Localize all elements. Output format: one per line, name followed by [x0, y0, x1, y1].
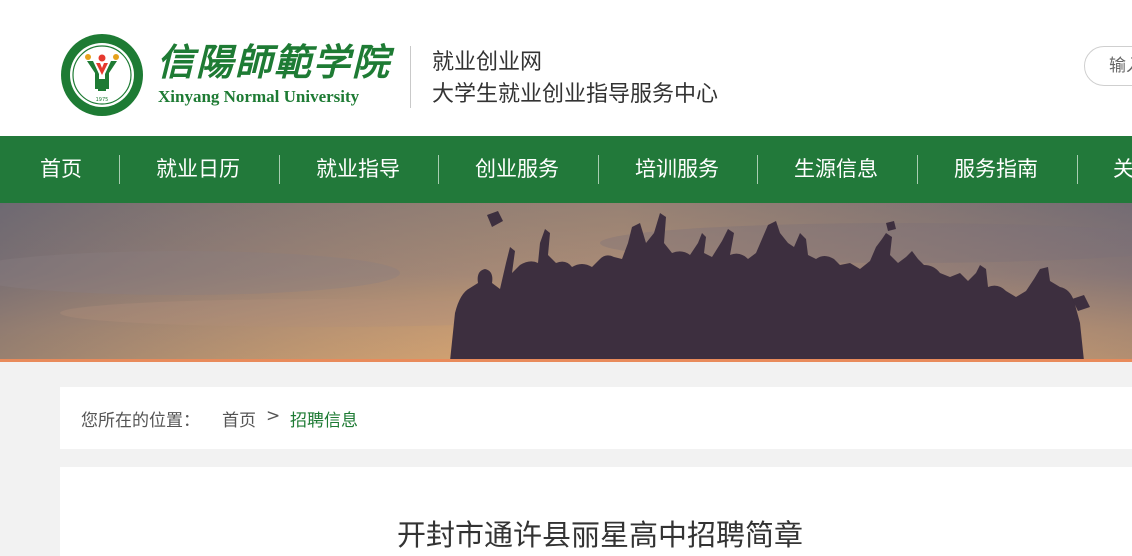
nav-separator — [757, 155, 758, 184]
nav-item-home[interactable]: 首页 — [40, 136, 82, 203]
nav-separator — [438, 155, 439, 184]
main-nav: 首页 就业日历 就业指导 创业服务 培训服务 生源信息 服务指南 关 — [0, 136, 1132, 203]
site-header: 1975 信陽師範学院 Xinyang Normal University 就业… — [0, 0, 1132, 136]
site-subtitle: 大学生就业创业指导服务中心 — [432, 82, 719, 107]
article-container: 开封市通许县丽星高中招聘简章 — [60, 467, 1132, 556]
nav-separator — [598, 155, 599, 184]
article-title: 开封市通许县丽星高中招聘简章 — [396, 518, 803, 552]
university-name-en: Xinyang Normal University — [158, 87, 360, 106]
site-title: 就业创业网 — [432, 50, 543, 75]
university-emblem-icon[interactable]: 1975 — [60, 33, 144, 117]
breadcrumb: 您所在的位置： 首页 > 招聘信息 — [60, 387, 1132, 449]
header-divider — [410, 46, 411, 108]
banner-accent-line — [0, 359, 1132, 362]
nav-item-employment-calendar[interactable]: 就业日历 — [156, 136, 240, 203]
search-input[interactable] — [1109, 56, 1132, 76]
nav-separator — [119, 155, 120, 184]
breadcrumb-prefix: 您所在的位置： — [81, 411, 200, 431]
nav-item-about[interactable]: 关 — [1113, 136, 1132, 203]
graduation-banner — [0, 203, 1132, 361]
nav-separator — [917, 155, 918, 184]
nav-item-student-source[interactable]: 生源信息 — [794, 136, 878, 203]
graduates-silhouette-image — [0, 203, 1132, 361]
nav-separator — [1077, 155, 1078, 184]
emblem-year: 1975 — [96, 97, 109, 103]
breadcrumb-separator: > — [266, 406, 281, 426]
nav-item-service-guide[interactable]: 服务指南 — [954, 136, 1038, 203]
breadcrumb-home-link[interactable]: 首页 — [222, 406, 256, 431]
breadcrumb-current-link[interactable]: 招聘信息 — [290, 406, 358, 431]
nav-item-entrepreneurship[interactable]: 创业服务 — [475, 136, 559, 203]
nav-separator — [279, 155, 280, 184]
search-box[interactable] — [1084, 46, 1132, 86]
nav-item-employment-guidance[interactable]: 就业指导 — [316, 136, 400, 203]
nav-item-training[interactable]: 培训服务 — [635, 136, 719, 203]
university-name-cn: 信陽師範学院 — [157, 40, 391, 84]
